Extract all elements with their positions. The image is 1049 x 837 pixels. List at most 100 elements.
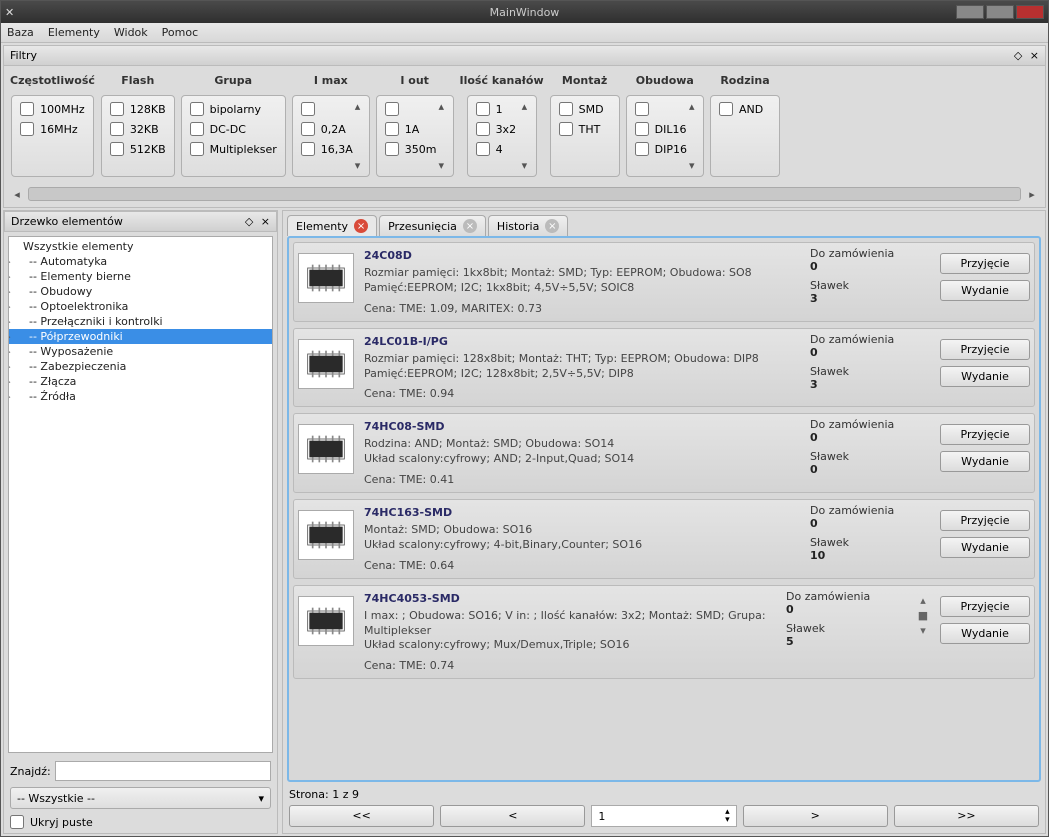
- maximize-button[interactable]: [986, 5, 1014, 19]
- tree-item[interactable]: ▸-- Obudowy: [9, 284, 272, 299]
- filter-checkbox[interactable]: [385, 102, 399, 116]
- filter-option[interactable]: 1: [476, 102, 520, 116]
- stepper-icon[interactable]: ▴▾: [725, 808, 730, 824]
- filter-checkbox[interactable]: [635, 142, 649, 156]
- tab[interactable]: Elementy×: [287, 215, 377, 236]
- tree-filter-combo[interactable]: -- Wszystkie -- ▾: [10, 787, 271, 809]
- element-row[interactable]: 74HC163-SMDMontaż: SMD; Obudowa: SO16Ukł…: [293, 499, 1035, 579]
- filter-option[interactable]: DC-DC: [190, 122, 277, 136]
- filter-option[interactable]: [635, 102, 687, 116]
- filter-checkbox[interactable]: [190, 142, 204, 156]
- accept-button[interactable]: Przyjęcie: [940, 596, 1030, 617]
- accept-button[interactable]: Przyjęcie: [940, 253, 1030, 274]
- filter-option[interactable]: 16MHz: [20, 122, 85, 136]
- tab-close-icon[interactable]: ×: [545, 219, 559, 233]
- scroll-right-icon[interactable]: ▸: [1025, 188, 1039, 201]
- filter-option[interactable]: DIP16: [635, 142, 687, 156]
- filter-option[interactable]: Multiplekser: [190, 142, 277, 156]
- filter-option[interactable]: 1A: [385, 122, 437, 136]
- element-row[interactable]: 24LC01B-I/PGRozmiar pamięci: 128x8bit; M…: [293, 328, 1035, 408]
- filter-scroll[interactable]: ▴▾: [689, 100, 701, 172]
- menu-elementy[interactable]: Elementy: [48, 26, 100, 39]
- tree-close-icon[interactable]: ×: [261, 215, 270, 228]
- tree-item[interactable]: ▸-- Źródła: [9, 389, 272, 404]
- filter-scroll[interactable]: ▴▾: [355, 100, 367, 172]
- panel-close-icon[interactable]: ×: [1030, 49, 1039, 62]
- filter-checkbox[interactable]: [20, 122, 34, 136]
- filter-checkbox[interactable]: [476, 102, 490, 116]
- pager-last-button[interactable]: >>: [894, 805, 1039, 827]
- tree-detach-icon[interactable]: ◇: [245, 215, 253, 228]
- filter-checkbox[interactable]: [301, 142, 315, 156]
- tree-item[interactable]: ▸-- Wyposażenie: [9, 344, 272, 359]
- filter-option[interactable]: 100MHz: [20, 102, 85, 116]
- filter-checkbox[interactable]: [476, 122, 490, 136]
- filter-scroll[interactable]: ▴▾: [522, 100, 534, 172]
- tree-item[interactable]: ▸-- Przełączniki i kontrolki: [9, 314, 272, 329]
- filter-option[interactable]: THT: [559, 122, 611, 136]
- filter-checkbox[interactable]: [301, 122, 315, 136]
- filter-option[interactable]: bipolarny: [190, 102, 277, 116]
- tree-item[interactable]: ▸-- Elementy bierne: [9, 269, 272, 284]
- elements-list[interactable]: 24C08DRozmiar pamięci: 1kx8bit; Montaż: …: [287, 236, 1041, 782]
- filter-checkbox[interactable]: [635, 122, 649, 136]
- element-row[interactable]: 24C08DRozmiar pamięci: 1kx8bit; Montaż: …: [293, 242, 1035, 322]
- filter-option[interactable]: 350m: [385, 142, 437, 156]
- filter-checkbox[interactable]: [385, 122, 399, 136]
- filter-checkbox[interactable]: [719, 102, 733, 116]
- filter-checkbox[interactable]: [301, 102, 315, 116]
- accept-button[interactable]: Przyjęcie: [940, 339, 1030, 360]
- tree-list[interactable]: ▾Wszystkie elementy ▸-- Automatyka▸-- El…: [8, 236, 273, 753]
- filter-option[interactable]: 512KB: [110, 142, 166, 156]
- filter-checkbox[interactable]: [190, 122, 204, 136]
- filter-option[interactable]: 128KB: [110, 102, 166, 116]
- element-scroll[interactable]: ▴■▾: [916, 590, 930, 637]
- tree-item[interactable]: ▸-- Automatyka: [9, 254, 272, 269]
- issue-button[interactable]: Wydanie: [940, 280, 1030, 301]
- menu-pomoc[interactable]: Pomoc: [162, 26, 198, 39]
- close-button[interactable]: [1016, 5, 1044, 19]
- element-row[interactable]: 74HC08-SMDRodzina: AND; Montaż: SMD; Obu…: [293, 413, 1035, 493]
- filter-option[interactable]: 0,2A: [301, 122, 353, 136]
- accept-button[interactable]: Przyjęcie: [940, 510, 1030, 531]
- scroll-left-icon[interactable]: ◂: [10, 188, 24, 201]
- menu-baza[interactable]: Baza: [7, 26, 34, 39]
- pager-first-button[interactable]: <<: [289, 805, 434, 827]
- hide-empty-checkbox[interactable]: [10, 815, 24, 829]
- tab-close-icon[interactable]: ×: [463, 219, 477, 233]
- filter-option[interactable]: SMD: [559, 102, 611, 116]
- filter-option[interactable]: 4: [476, 142, 520, 156]
- filter-option[interactable]: 32KB: [110, 122, 166, 136]
- tab[interactable]: Historia×: [488, 215, 568, 236]
- filter-checkbox[interactable]: [635, 102, 649, 116]
- minimize-button[interactable]: [956, 5, 984, 19]
- filter-option[interactable]: [301, 102, 353, 116]
- issue-button[interactable]: Wydanie: [940, 537, 1030, 558]
- pager-next-button[interactable]: >: [743, 805, 888, 827]
- filter-scroll[interactable]: ▴▾: [439, 100, 451, 172]
- panel-detach-icon[interactable]: ◇: [1014, 49, 1022, 62]
- tree-item[interactable]: ▸-- Złącza: [9, 374, 272, 389]
- filter-option[interactable]: AND: [719, 102, 771, 116]
- scroll-track[interactable]: [28, 187, 1021, 201]
- element-row[interactable]: 74HC4053-SMDI max: ; Obudowa: SO16; V in…: [293, 585, 1035, 680]
- filter-checkbox[interactable]: [110, 102, 124, 116]
- tab-close-icon[interactable]: ×: [354, 219, 368, 233]
- accept-button[interactable]: Przyjęcie: [940, 424, 1030, 445]
- filter-checkbox[interactable]: [385, 142, 399, 156]
- filter-checkbox[interactable]: [476, 142, 490, 156]
- filter-checkbox[interactable]: [559, 122, 573, 136]
- filter-checkbox[interactable]: [190, 102, 204, 116]
- filter-checkbox[interactable]: [559, 102, 573, 116]
- pager-prev-button[interactable]: <: [440, 805, 585, 827]
- filter-option[interactable]: [385, 102, 437, 116]
- tree-root[interactable]: ▾Wszystkie elementy: [9, 239, 272, 254]
- tree-item[interactable]: ▸-- Zabezpieczenia: [9, 359, 272, 374]
- filter-checkbox[interactable]: [110, 122, 124, 136]
- tree-item[interactable]: ▸-- Półprzewodniki: [9, 329, 272, 344]
- filters-hscroll[interactable]: ◂ ▸: [10, 187, 1039, 201]
- tree-item[interactable]: ▸-- Optoelektronika: [9, 299, 272, 314]
- issue-button[interactable]: Wydanie: [940, 623, 1030, 644]
- menu-widok[interactable]: Widok: [114, 26, 148, 39]
- filter-option[interactable]: DIL16: [635, 122, 687, 136]
